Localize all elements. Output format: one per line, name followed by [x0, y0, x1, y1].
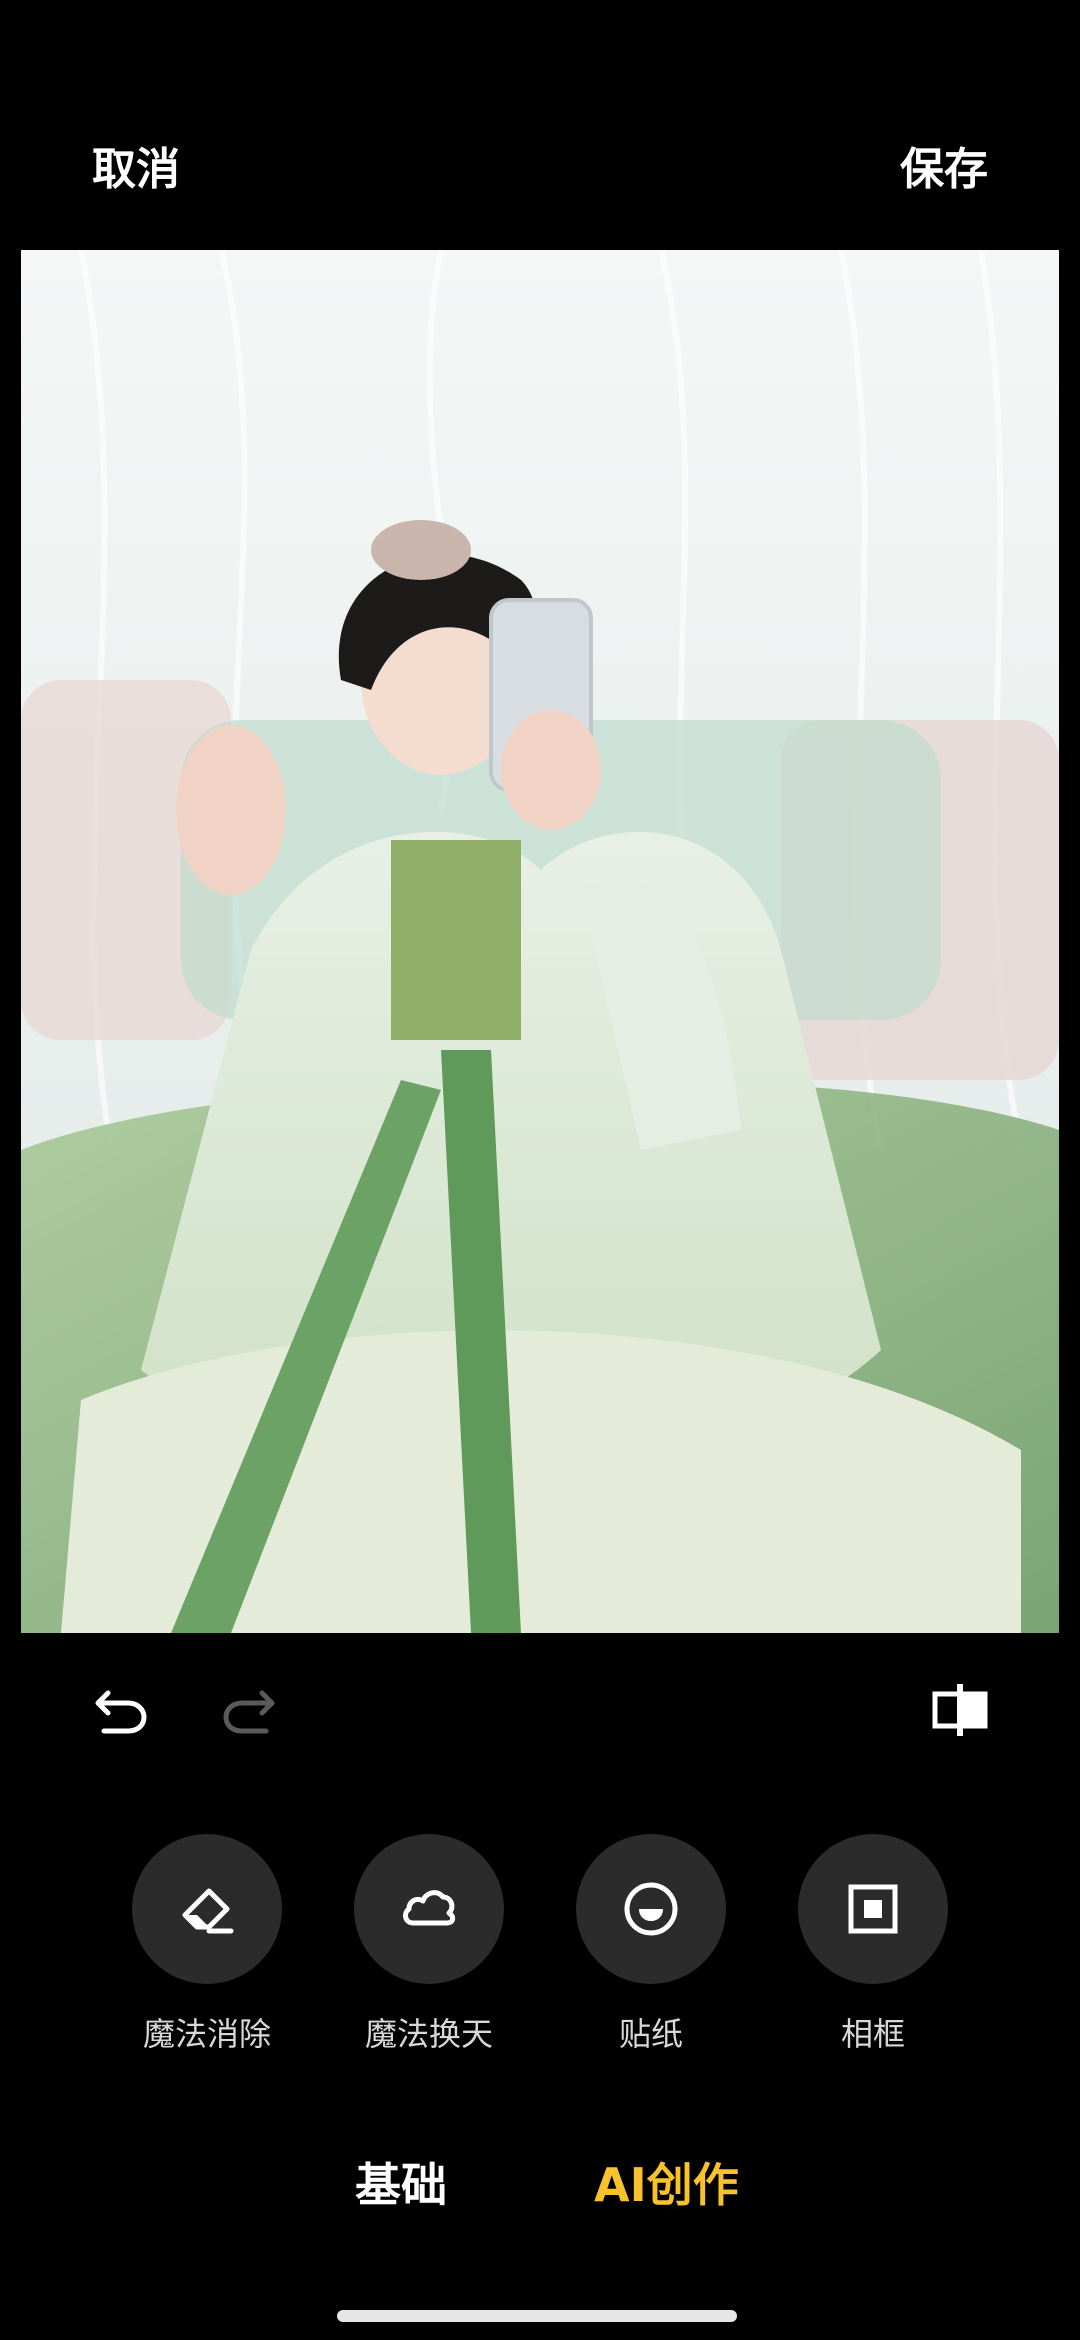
compare-icon[interactable]: [920, 1670, 1000, 1750]
top-bar: 取消 保存: [0, 0, 1080, 250]
tool-label: 魔法消除: [142, 2015, 271, 2053]
tool-row: 魔法消除 魔法换天 贴纸 相框: [0, 1834, 1080, 2074]
tool-magic-erase[interactable]: 魔法消除: [117, 1834, 297, 2074]
redo-icon[interactable]: [208, 1670, 288, 1750]
undo-icon[interactable]: [82, 1670, 162, 1750]
photo-canvas[interactable]: [21, 250, 1059, 1633]
sticker-icon[interactable]: [576, 1834, 726, 1984]
tool-label: 贴纸: [618, 2015, 683, 2053]
cancel-button[interactable]: 取消: [92, 140, 180, 200]
home-indicator[interactable]: [337, 2310, 737, 2322]
save-button[interactable]: 保存: [900, 140, 988, 200]
photo-illustration: [21, 250, 1059, 1633]
tool-label: 相框: [840, 2015, 905, 2053]
tool-label: 魔法换天: [364, 2015, 493, 2053]
tool-frame[interactable]: 相框: [783, 1834, 963, 2074]
tab-ai-create[interactable]: AI创作: [594, 2150, 739, 2220]
edit-history-bar: [0, 1670, 1080, 1750]
cloud-icon[interactable]: [354, 1834, 504, 1984]
photo-editor-screen: 取消 保存 魔法消除 魔法换天 贴纸 相框 基础 AI创作: [0, 0, 1080, 2340]
tab-basic[interactable]: 基础: [355, 2150, 447, 2220]
frame-icon[interactable]: [798, 1834, 948, 1984]
eraser-icon[interactable]: [132, 1834, 282, 1984]
mode-tabs: 基础 AI创作: [0, 2150, 1080, 2220]
tool-magic-sky[interactable]: 魔法换天: [339, 1834, 519, 2074]
tool-sticker[interactable]: 贴纸: [561, 1834, 741, 2074]
